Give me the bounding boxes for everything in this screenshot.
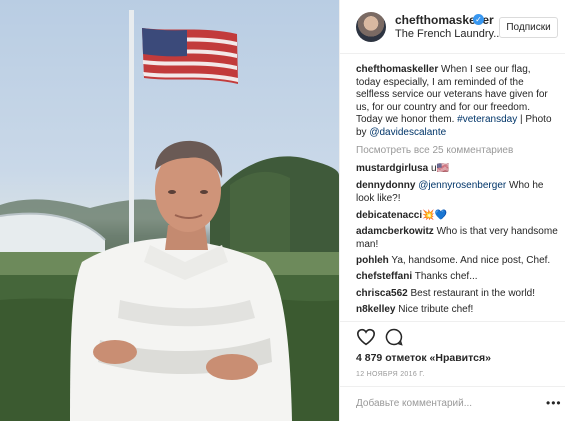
comment-username[interactable]: mustardgirlusa xyxy=(356,163,428,174)
caption-username[interactable]: chefthomaskeller xyxy=(356,64,438,75)
divider xyxy=(340,321,565,322)
comment-text: Thanks chef... xyxy=(414,271,478,282)
comment-text: Ya, handsome. And nice post, Chef. xyxy=(391,255,551,266)
comment-emoji: 💥💙 xyxy=(422,210,448,221)
header-location[interactable]: The French Laundry... xyxy=(395,28,502,40)
following-button[interactable]: Подписки xyxy=(499,17,558,38)
comment-item: mustardgirlusa u🇺🇸 xyxy=(356,162,561,175)
caption-separator: | xyxy=(520,114,523,125)
verified-badge-icon: ✓ xyxy=(473,14,484,25)
comment-mention[interactable]: @jennyrosenberger xyxy=(418,180,506,191)
more-options-icon[interactable]: ••• xyxy=(546,396,562,410)
comment-username[interactable]: debicatenacci xyxy=(356,210,422,221)
comment-text: Nice tribute chef! xyxy=(398,304,474,315)
comment-item: dennydonny @jennyrosenberger Who he look… xyxy=(356,179,561,205)
caption-photographer[interactable]: @davidescalante xyxy=(369,127,446,138)
comment-username[interactable]: adamcberkowitz xyxy=(356,226,434,237)
post-photo[interactable] xyxy=(0,0,339,421)
avatar[interactable] xyxy=(356,12,386,42)
add-comment-input[interactable]: Добавьте комментарий... xyxy=(356,398,472,409)
likes-count[interactable]: 4 879 отметок «Нравится» xyxy=(356,352,491,364)
instagram-post: chefthomaskeller ✓ The French Laundry...… xyxy=(0,0,565,421)
comment-item: pohleh Ya, handsome. And nice post, Chef… xyxy=(356,254,561,267)
heart-icon[interactable] xyxy=(356,328,376,346)
post-sidebar: chefthomaskeller ✓ The French Laundry...… xyxy=(339,0,565,421)
comment-username[interactable]: pohleh xyxy=(356,255,389,266)
comment-username[interactable]: chefsteffani xyxy=(356,271,412,282)
comment-icon[interactable] xyxy=(385,328,403,346)
post-header: chefthomaskeller ✓ The French Laundry...… xyxy=(340,0,565,54)
view-all-comments-link[interactable]: Посмотреть все 25 комментариев xyxy=(356,145,513,156)
post-date: 12 НОЯБРЯ 2016 Г. xyxy=(356,371,425,378)
divider xyxy=(340,386,565,387)
comment-username[interactable]: chrisca562 xyxy=(356,288,408,299)
caption-hashtag[interactable]: #veteransday xyxy=(457,114,517,125)
post-photo-illustration xyxy=(0,10,339,421)
comment-item: adamcberkowitz Who is that very handsome… xyxy=(356,225,561,251)
comment-item: n8kelley Nice tribute chef! xyxy=(356,303,561,316)
comment-item: debicatenacci💥💙 xyxy=(356,209,561,222)
comment-username[interactable]: dennydonny xyxy=(356,180,415,191)
post-caption: chefthomaskeller When I see our flag, to… xyxy=(356,64,556,139)
comment-emoji: 🇺🇸 xyxy=(436,163,450,174)
comment-item: chefsteffani Thanks chef... xyxy=(356,270,561,283)
comment-username[interactable]: n8kelley xyxy=(356,304,395,315)
comment-text: Best restaurant in the world! xyxy=(410,288,536,299)
comment-item: chrisca562 Best restaurant in the world! xyxy=(356,287,561,300)
